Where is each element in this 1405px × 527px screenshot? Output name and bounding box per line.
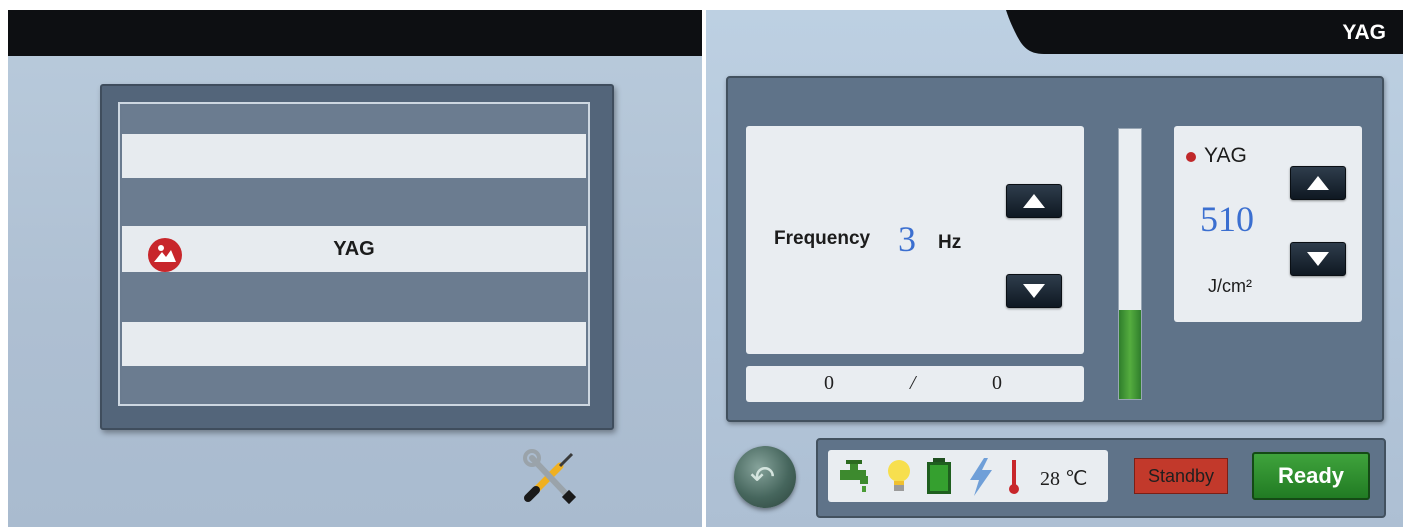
frequency-unit: Hz: [938, 232, 962, 253]
energy-value: 510: [1200, 199, 1254, 239]
water-flow-icon: [838, 458, 874, 499]
shot-counter: 0 / 0: [746, 366, 1084, 402]
mode-list-frame: YAG: [100, 84, 614, 430]
ready-button[interactable]: Ready: [1252, 452, 1370, 500]
thermometer-icon: [1006, 458, 1022, 501]
list-item[interactable]: [122, 272, 586, 322]
back-button[interactable]: ↶: [734, 446, 796, 508]
mode-select-screen: YAG: [8, 10, 702, 527]
frequency-down-button[interactable]: [1006, 274, 1062, 308]
top-bar: [8, 10, 702, 56]
frequency-value: 3: [898, 219, 916, 259]
energy-down-button[interactable]: [1290, 242, 1346, 276]
shot-total: 0: [992, 372, 1002, 394]
energy-mode-label: YAG: [1204, 144, 1247, 167]
status-bar: 28 ℃ Standby Ready: [816, 438, 1386, 518]
frequency-up-button[interactable]: [1006, 184, 1062, 218]
frequency-panel: Frequency 3 Hz: [746, 126, 1084, 354]
frequency-label: Frequency: [774, 228, 871, 249]
energy-panel: YAG 510 J/cm²: [1174, 126, 1362, 322]
indicator-dot-icon: [1186, 152, 1196, 162]
level-bar: [1118, 128, 1142, 400]
mode-item-yag[interactable]: YAG: [122, 226, 586, 272]
level-bar-fill: [1119, 309, 1141, 399]
shot-count: 0: [824, 372, 834, 394]
settings-panel: Frequency 3 Hz 0 / 0 YAG 510 J/cm²: [726, 76, 1384, 422]
list-item[interactable]: [122, 178, 586, 226]
energy-up-button[interactable]: [1290, 166, 1346, 200]
treatment-screen: YAG Frequency 3 Hz 0 / 0 YAG 510 J/cm² ↶…: [706, 10, 1403, 527]
standby-button[interactable]: Standby: [1134, 458, 1228, 494]
counter-separator: /: [910, 372, 916, 394]
tools-icon[interactable]: [520, 448, 580, 508]
temperature-value: 28 ℃: [1040, 468, 1088, 490]
mode-list: YAG: [118, 102, 590, 406]
back-arrow-icon: ↶: [750, 461, 776, 494]
energy-unit: J/cm²: [1208, 276, 1252, 296]
sensor-status-panel: 28 ℃: [828, 450, 1108, 502]
screen-title: YAG: [1342, 21, 1386, 44]
list-item[interactable]: [122, 366, 586, 402]
power-icon: [968, 458, 994, 501]
list-item[interactable]: [122, 134, 586, 178]
lamp-icon: [884, 458, 914, 499]
list-item[interactable]: [122, 322, 586, 366]
list-item[interactable]: [122, 106, 586, 134]
battery-icon: [924, 458, 954, 501]
